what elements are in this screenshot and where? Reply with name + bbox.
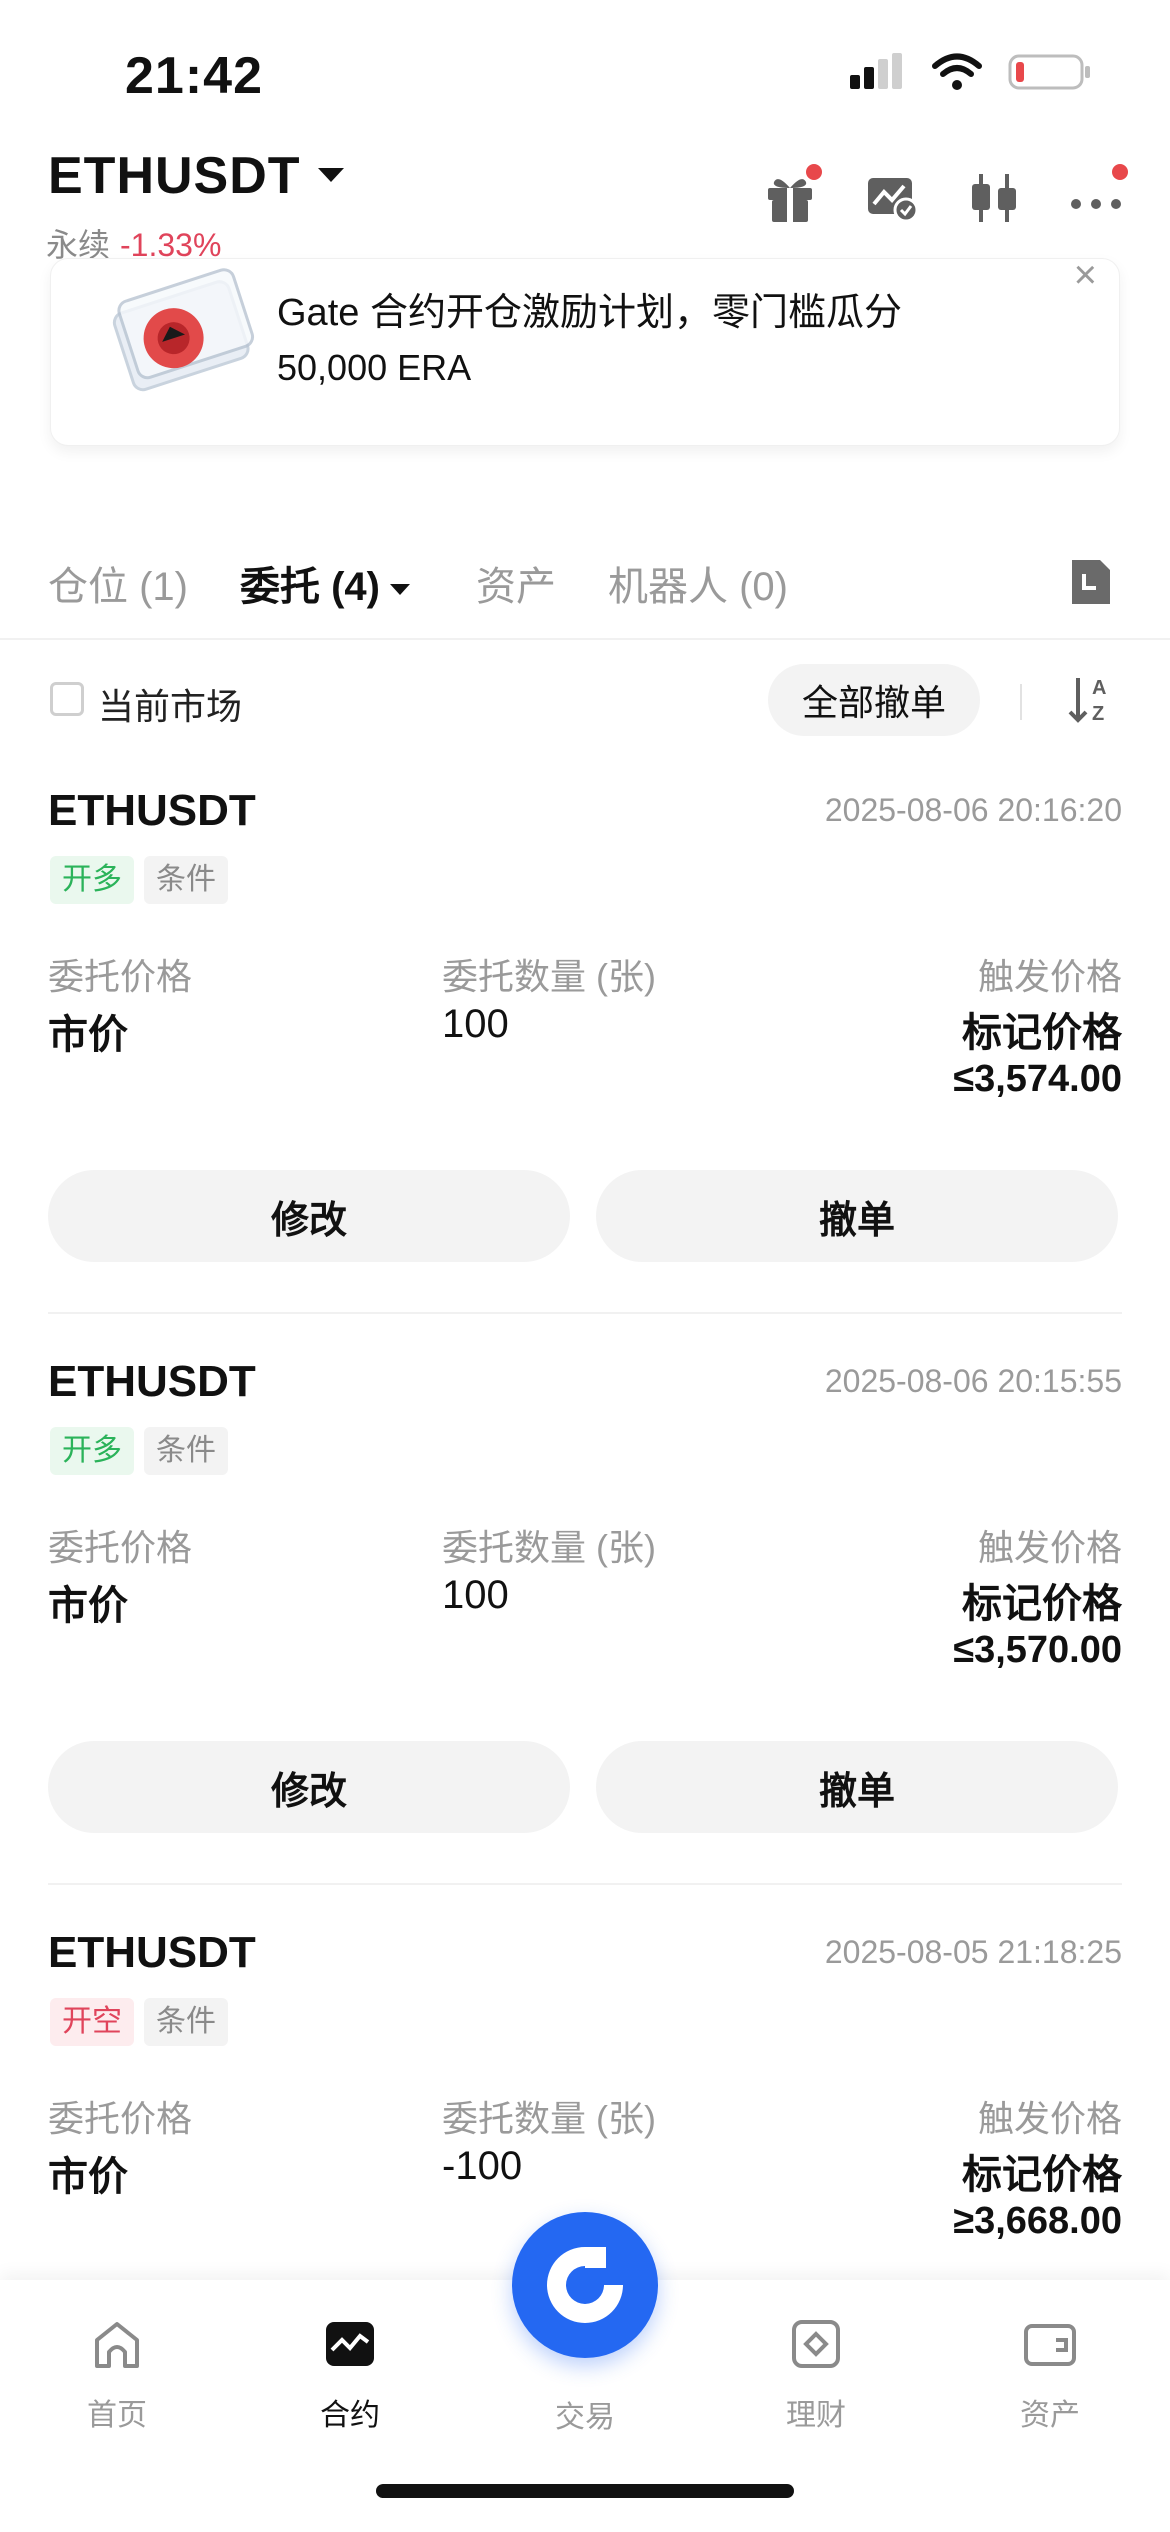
trigger-label: 触发价格	[977, 956, 1122, 997]
banner-title: Gate 合约开仓激励计划，零门槛瓜分	[277, 292, 902, 334]
current-market-label[interactable]: 当前市场	[98, 678, 242, 730]
candlestick-button[interactable]	[966, 170, 1022, 226]
qty-label: 委托数量 (张)	[442, 956, 656, 997]
trigger-type: 标记价格	[962, 2153, 1122, 2197]
notification-dot	[1112, 164, 1128, 180]
qty-value: -100	[442, 2144, 523, 2188]
order-time: 2025-08-06 20:16:20	[824, 792, 1122, 828]
divider	[48, 1312, 1122, 1314]
divider	[1020, 684, 1022, 720]
divider	[48, 1883, 1122, 1885]
more-button[interactable]	[1068, 164, 1128, 226]
nav-label: 资产	[1020, 2399, 1080, 2432]
order-time: 2025-08-05 21:18:25	[824, 1934, 1122, 1970]
notification-dot	[806, 164, 822, 180]
earn-icon	[792, 2320, 840, 2368]
home-indicator[interactable]	[376, 2484, 794, 2498]
nav-earn[interactable]: 理财	[746, 2316, 886, 2434]
qty-label: 委托数量 (张)	[442, 1527, 656, 1568]
gate-logo-icon	[547, 2247, 623, 2323]
tab-positions[interactable]: 仓位 (1)	[48, 554, 188, 612]
document-icon[interactable]	[1068, 558, 1114, 606]
trigger-label: 触发价格	[977, 2098, 1122, 2139]
battery-icon	[1008, 54, 1090, 90]
nav-label: 理财	[786, 2399, 846, 2432]
tab-orders-label: 委托 (4)	[240, 565, 380, 609]
filter-row: 当前市场 全部撤单 A Z	[0, 660, 1170, 746]
trigger-label: 触发价格	[977, 1527, 1122, 1568]
wifi-icon	[932, 53, 982, 90]
tab-bar: 仓位 (1) 委托 (4) 资产 机器人 (0)	[0, 540, 1170, 640]
modify-button[interactable]: 修改	[48, 1741, 570, 1833]
tab-bots[interactable]: 机器人 (0)	[608, 554, 788, 612]
banner-subtitle: 50,000 ERA	[277, 347, 472, 388]
price-value: 市价	[48, 1013, 128, 1057]
order-symbol: ETHUSDT	[48, 1928, 256, 1977]
svg-text:A: A	[1092, 677, 1106, 699]
trigger-type: 标记价格	[962, 1011, 1122, 1055]
price-label: 委托价格	[48, 2098, 193, 2139]
kind-badge: 条件	[144, 1427, 228, 1475]
side-badge: 开空	[50, 1998, 134, 2046]
price-label: 委托价格	[48, 956, 193, 997]
trigger-price: ≥3,668.00	[953, 2200, 1122, 2242]
trigger-price: ≤3,574.00	[953, 1058, 1122, 1100]
wallet-icon	[1024, 2324, 1076, 2366]
page: 21:42 ETHUSDT 永续 -1.33% Gate 合约开仓激励计划，零门…	[0, 0, 1170, 2532]
price-value: 市价	[48, 2155, 128, 2199]
pair-title[interactable]: ETHUSDT	[48, 146, 301, 206]
nav-home[interactable]: 首页	[47, 2316, 187, 2434]
current-market-checkbox[interactable]	[50, 682, 84, 716]
order-card: ETHUSDT 2025-08-06 20:16:20 开多 条件 委托价格 委…	[0, 770, 1170, 1340]
qty-value: 100	[442, 1573, 509, 1617]
sort-az-icon[interactable]: A Z	[1068, 674, 1114, 726]
kind-badge: 条件	[144, 856, 228, 904]
order-symbol: ETHUSDT	[48, 786, 256, 835]
header: ETHUSDT 永续 -1.33%	[0, 140, 1170, 263]
futures-icon	[326, 2322, 374, 2366]
nav-futures[interactable]: 合约	[280, 2316, 420, 2434]
promo-banner[interactable]: Gate 合约开仓激励计划，零门槛瓜分 50,000 ERA ×	[50, 253, 1120, 446]
nav-label: 合约	[320, 2399, 380, 2432]
header-actions	[762, 164, 1128, 226]
gift-button[interactable]	[762, 164, 822, 226]
price-label: 委托价格	[48, 1527, 193, 1568]
qty-value: 100	[442, 1002, 509, 1046]
tab-orders[interactable]: 委托 (4)	[240, 554, 410, 612]
status-bar: 21:42	[0, 0, 1170, 150]
cancel-order-button[interactable]: 撤单	[596, 1741, 1118, 1833]
signal-icon	[850, 53, 902, 89]
order-time: 2025-08-06 20:15:55	[824, 1363, 1122, 1399]
order-card: ETHUSDT 2025-08-06 20:15:55 开多 条件 委托价格 委…	[0, 1341, 1170, 1911]
cancel-order-button[interactable]: 撤单	[596, 1170, 1118, 1262]
nav-label-trade[interactable]: 交易	[512, 2392, 658, 2436]
tab-assets[interactable]: 资产	[476, 554, 556, 612]
close-icon[interactable]: ×	[1074, 253, 1097, 298]
cancel-all-button[interactable]: 全部撤单	[768, 664, 980, 736]
home-icon	[95, 2322, 139, 2368]
trade-fab-button[interactable]	[512, 2212, 658, 2358]
nav-assets[interactable]: 资产	[980, 2316, 1120, 2434]
chart-check-icon	[868, 178, 919, 223]
nav-label: 首页	[87, 2399, 147, 2432]
side-badge: 开多	[50, 856, 134, 904]
chevron-down-icon	[390, 583, 410, 595]
status-time: 21:42	[125, 47, 263, 105]
kind-badge: 条件	[144, 1998, 228, 2046]
chevron-down-icon[interactable]	[318, 168, 344, 182]
side-badge: 开多	[50, 1427, 134, 1475]
status-icons	[848, 52, 1092, 92]
candlestick-icon	[972, 174, 1016, 222]
chart-check-button[interactable]	[864, 170, 920, 226]
qty-label: 委托数量 (张)	[442, 2098, 656, 2139]
svg-text:Z: Z	[1092, 703, 1104, 725]
price-value: 市价	[48, 1584, 128, 1628]
trigger-type: 标记价格	[962, 1582, 1122, 1626]
promo-box-image	[112, 268, 255, 392]
modify-button[interactable]: 修改	[48, 1170, 570, 1262]
trigger-price: ≤3,570.00	[953, 1629, 1122, 1671]
order-symbol: ETHUSDT	[48, 1357, 256, 1406]
